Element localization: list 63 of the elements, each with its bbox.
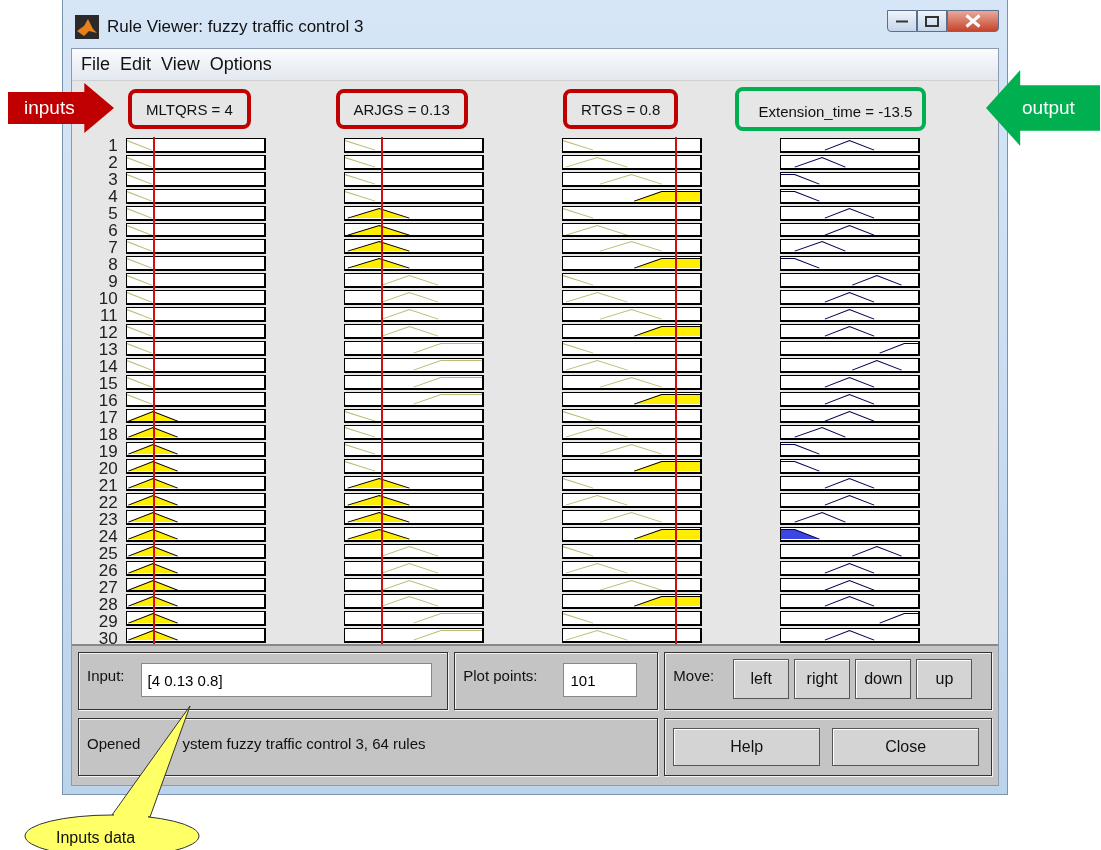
rule-number: 14 (98, 358, 118, 375)
rule-number: 16 (98, 392, 118, 409)
rule-number: 24 (98, 528, 118, 545)
app-icon (75, 15, 99, 39)
rule-number: 4 (108, 188, 118, 205)
rule-number: 5 (108, 205, 118, 222)
rule-number: 12 (98, 324, 118, 341)
rule-number: 27 (98, 579, 118, 596)
rule-number: 28 (98, 596, 118, 613)
window-title: Rule Viewer: fuzzy traffic control 3 (107, 16, 364, 39)
minimize-button[interactable] (887, 10, 917, 32)
input-value-line[interactable] (381, 137, 384, 644)
input-value-line[interactable] (674, 137, 677, 644)
move-button[interactable]: right (794, 659, 851, 699)
close-button[interactable] (947, 10, 999, 32)
rule-number: 21 (98, 477, 118, 494)
rule-number: 1 (108, 137, 118, 154)
rule-number: 13 (98, 341, 118, 358)
rule-number: 9 (108, 273, 118, 290)
move-button[interactable]: left (733, 659, 790, 699)
rule-number: 6 (108, 222, 118, 239)
rule-number: 30 (98, 630, 118, 644)
status-message: ystem fuzzy traffic control 3, 64 rules (182, 734, 426, 754)
rule-number: 25 (98, 545, 118, 562)
rule-number: 10 (98, 290, 118, 307)
rule-number: 19 (98, 443, 118, 460)
menu-item[interactable]: Options (204, 51, 277, 78)
rule-number: 17 (98, 409, 118, 426)
menu-item[interactable]: File (76, 51, 115, 78)
input-value-line[interactable] (153, 137, 156, 644)
rule-number: 15 (98, 375, 118, 392)
status-message: Opened (87, 734, 141, 754)
maximize-icon (925, 15, 939, 27)
minimize-icon (896, 19, 908, 23)
field-label: Input: (87, 666, 125, 686)
field-label: Move: (673, 666, 715, 686)
rule-number: 26 (98, 562, 118, 579)
rule-number: 18 (98, 426, 118, 443)
rule-number: 7 (108, 239, 118, 256)
rule-number: 11 (100, 307, 118, 324)
input-field[interactable]: [4 0.13 0.8] (140, 663, 432, 697)
rule-number: 23 (98, 511, 118, 528)
close-icon (965, 14, 981, 28)
input-value-label: RTGS = 0.8 (581, 99, 661, 120)
input-value-label: ARJGS = 0.13 (353, 99, 450, 120)
rule-number: 3 (108, 171, 118, 188)
plot-points-field[interactable]: 101 (563, 663, 638, 697)
rule-number: 29 (98, 613, 118, 630)
menu-item[interactable]: View (156, 51, 205, 78)
rule-number: 22 (98, 494, 118, 511)
rule-number: 2 (108, 154, 118, 171)
field-label: Plot points: (463, 666, 538, 686)
input-value-label: MLTQRS = 4 (146, 99, 233, 120)
menu-item[interactable]: Edit (115, 51, 157, 78)
dialog-button[interactable]: Help (673, 728, 821, 766)
move-button[interactable]: up (916, 659, 973, 699)
rule-number: 20 (98, 460, 118, 477)
output-value-label: Extension_time = -13.5 (758, 101, 913, 122)
callout-label: Inputs data (56, 828, 136, 848)
dialog-button[interactable]: Close (832, 728, 980, 766)
rule-number: 8 (108, 256, 118, 273)
maximize-button[interactable] (917, 10, 947, 32)
move-button[interactable]: down (855, 659, 912, 699)
